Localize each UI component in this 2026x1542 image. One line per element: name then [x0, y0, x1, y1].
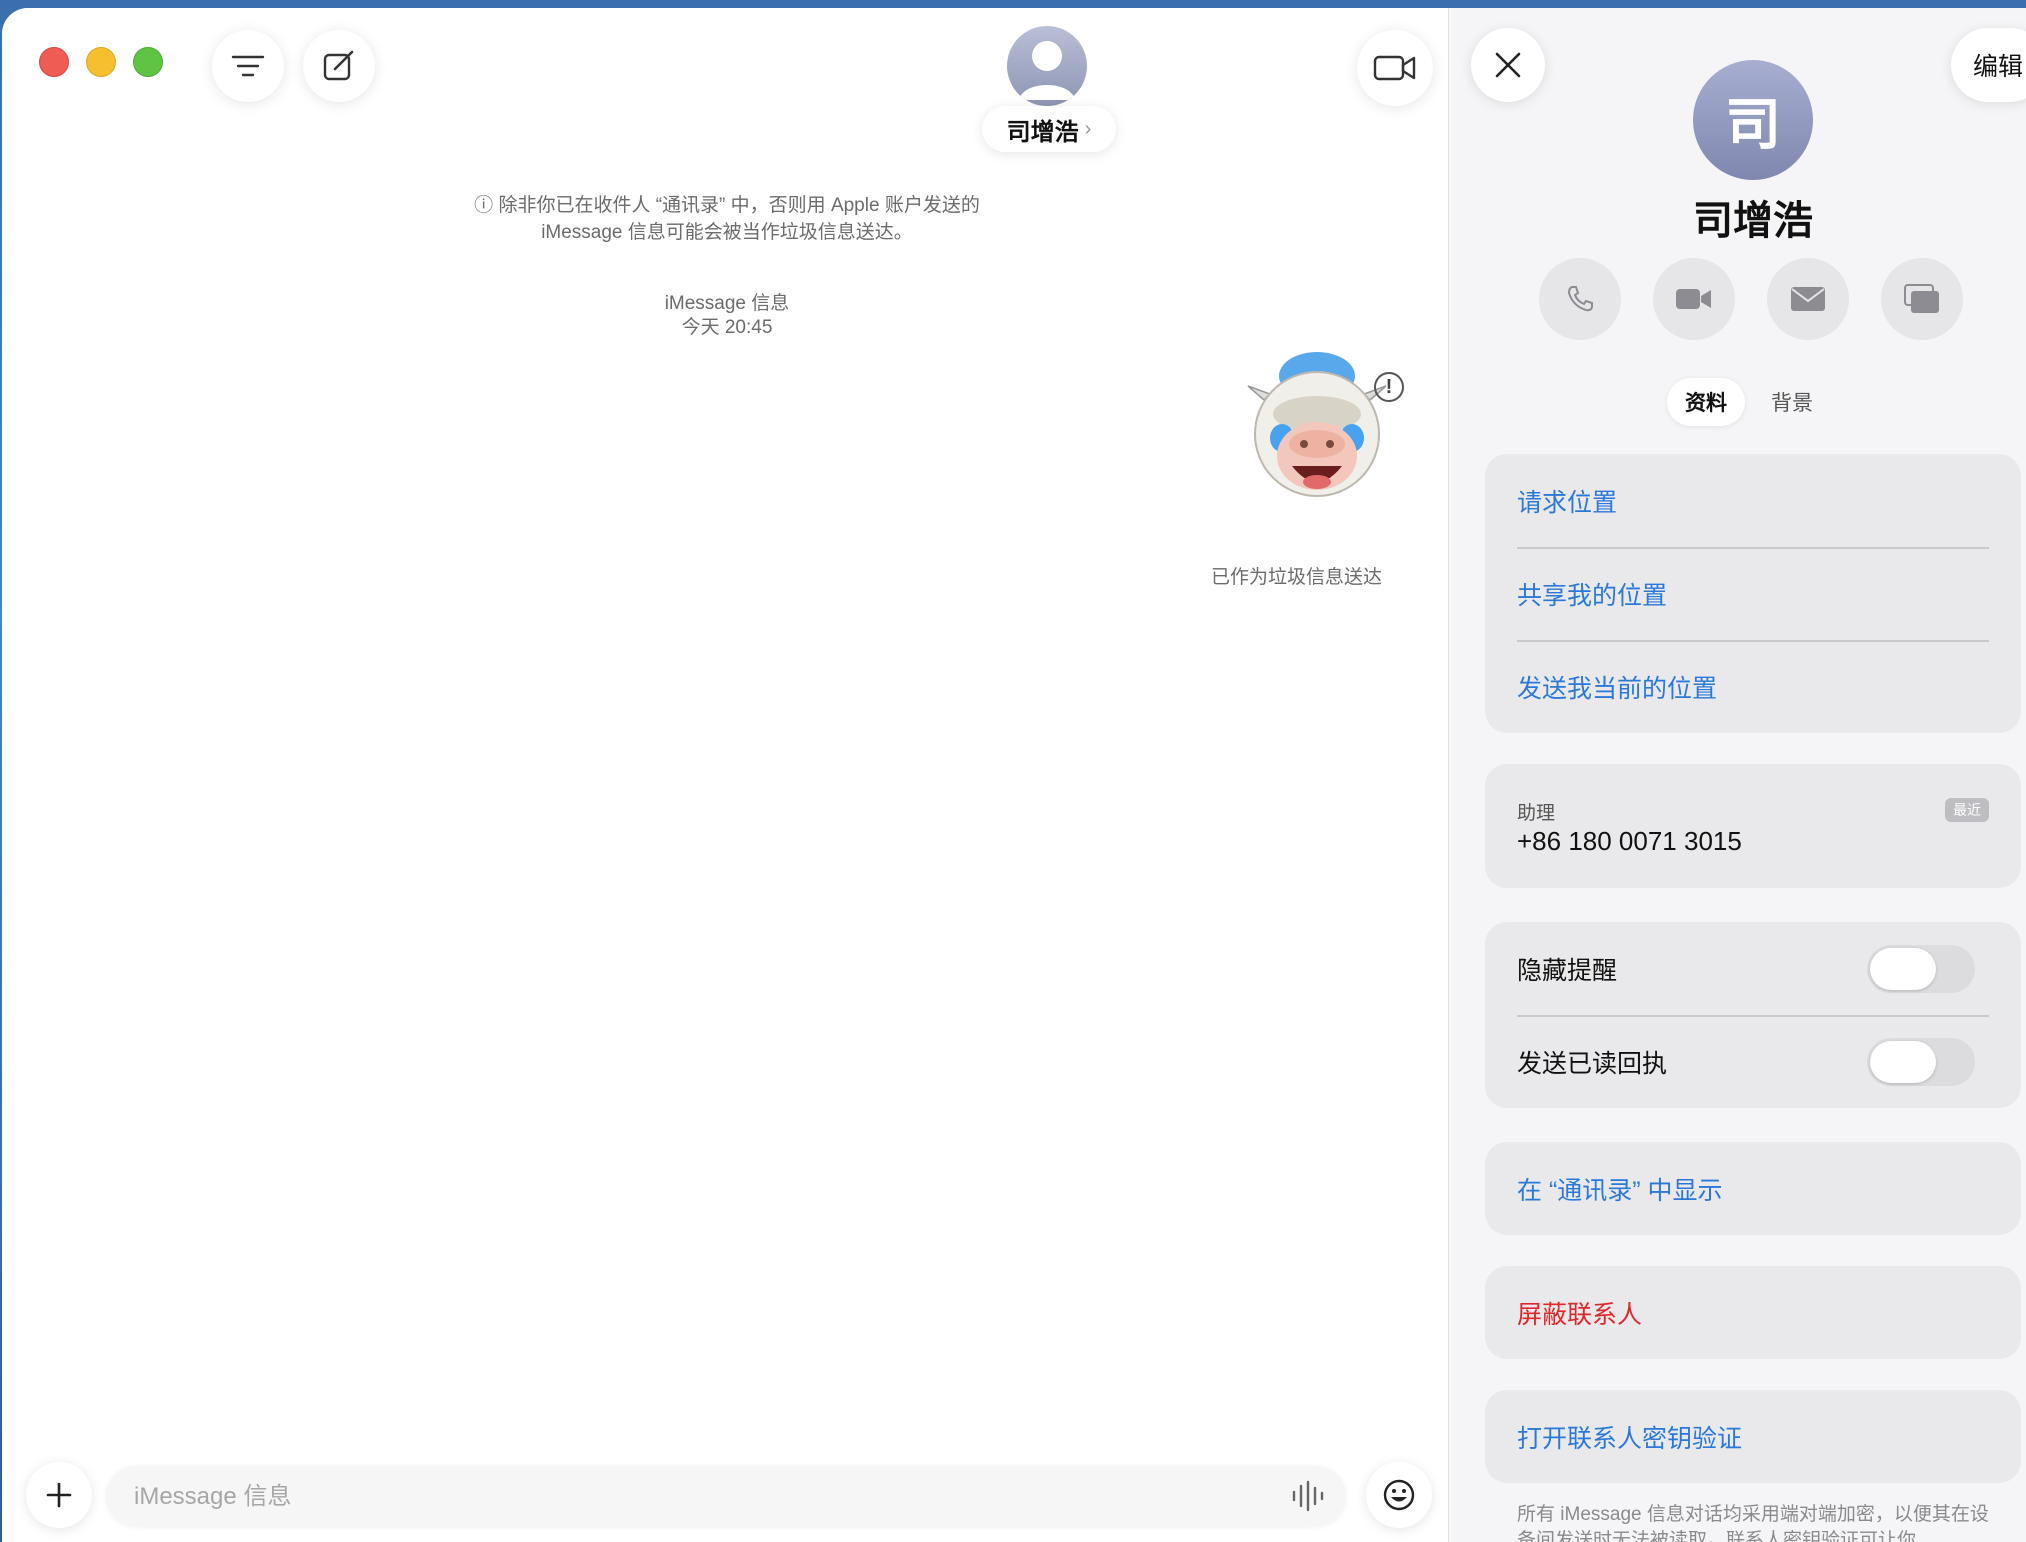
filter-lines-icon	[231, 55, 265, 77]
spam-notice: ⓘ 除非你已在收件人 “通讯录” 中，否则用 Apple 账户发送的 iMess…	[402, 192, 1052, 246]
contact-actions	[1539, 258, 1963, 340]
close-x-icon	[1495, 52, 1521, 78]
close-info-button[interactable]	[1471, 28, 1545, 102]
encryption-footnote: 所有 iMessage 信息对话均采用端对端加密，以便其在设备间发送时无法被读取…	[1517, 1504, 1989, 1542]
hide-alerts-row: 隐藏提醒	[1485, 922, 2021, 1015]
notice-line-2: iMessage 信息可能会被当作垃圾信息送达。	[541, 222, 913, 243]
edit-button[interactable]: 编辑	[1951, 28, 2026, 102]
compose-icon	[323, 50, 354, 81]
tab-info[interactable]: 资料	[1667, 378, 1745, 426]
settings-card: 隐藏提醒 发送已读回执	[1485, 922, 2021, 1108]
memoji-sticker-message[interactable]: ✕	[1242, 348, 1392, 508]
phone-label: 助理	[1517, 803, 1556, 824]
message-input-field[interactable]	[106, 1466, 1346, 1528]
info-contact-name: 司增浩	[1693, 199, 1813, 243]
info-tabs: 资料 背景	[1667, 378, 1831, 426]
mail-button[interactable]	[1767, 258, 1849, 340]
location-card: 请求位置 共享我的位置 发送我当前的位置	[1485, 454, 2021, 733]
contacts-card: 在 “通讯录” 中显示	[1485, 1142, 2021, 1235]
window-minimize-button[interactable]	[86, 47, 116, 77]
toggle-knob	[1870, 947, 1936, 990]
contact-avatar[interactable]	[1007, 26, 1087, 106]
filter-button[interactable]	[212, 30, 284, 102]
person-avatar-icon	[1019, 41, 1075, 100]
contact-info-panel: 编辑 司 司增浩 资料 背景 请求位置 共享我的位置 发送我当前的位置 助理 +…	[1448, 8, 2026, 1542]
contact-name: 司增浩	[1006, 118, 1079, 146]
emoji-face-icon	[1383, 1479, 1415, 1511]
contact-name-pill[interactable]: 司增浩 ›	[982, 106, 1116, 152]
plus-icon	[46, 1482, 72, 1508]
recent-badge: 最近	[1945, 798, 1989, 822]
call-button[interactable]	[1539, 258, 1621, 340]
delivery-status: 已作为垃圾信息送达	[1210, 567, 1382, 588]
exclamation-circle-icon[interactable]: !	[1374, 372, 1404, 402]
key-verification-button[interactable]: 打开联系人密钥验证	[1485, 1390, 2021, 1483]
conversation-pane: 司增浩 › ⓘ 除非你已在收件人 “通讯录” 中，否则用 Apple 账户发送的…	[2, 8, 1448, 1542]
send-current-location-button[interactable]: 发送我当前的位置	[1485, 640, 2021, 733]
screen-share-icon	[1904, 284, 1939, 313]
tab-background[interactable]: 背景	[1753, 378, 1831, 426]
timestamp: 今天 20:45	[681, 317, 773, 338]
toggle-knob	[1870, 1040, 1936, 1083]
compose-bar	[2, 1448, 1448, 1542]
waveform-icon[interactable]	[1290, 1480, 1326, 1512]
facetime-video-button[interactable]	[1357, 30, 1433, 106]
video-camera-icon	[1373, 55, 1416, 81]
emoji-button[interactable]	[1366, 1462, 1432, 1528]
compose-button[interactable]	[303, 30, 375, 102]
chevron-right-icon: ›	[1084, 117, 1092, 140]
window-zoom-button[interactable]	[133, 47, 163, 77]
request-location-button[interactable]: 请求位置	[1485, 454, 2021, 547]
block-card: 屏蔽联系人	[1485, 1266, 2021, 1359]
envelope-icon	[1791, 287, 1825, 311]
window-close-button[interactable]	[39, 47, 69, 77]
show-in-contacts-button[interactable]: 在 “通讯录” 中显示	[1485, 1142, 2021, 1235]
cow-memoji-crying-icon: ✕	[1247, 352, 1387, 497]
messages-window: 司增浩 › ⓘ 除非你已在收件人 “通讯录” 中，否则用 Apple 账户发送的…	[2, 8, 2026, 1542]
share-my-location-button[interactable]: 共享我的位置	[1485, 547, 2021, 640]
read-receipts-row: 发送已读回执	[1485, 1015, 2021, 1108]
read-receipts-toggle[interactable]	[1867, 1037, 1975, 1086]
screen-share-button[interactable]	[1881, 258, 1963, 340]
key-verification-card: 打开联系人密钥验证	[1485, 1390, 2021, 1483]
read-receipts-label: 发送已读回执	[1517, 1049, 1668, 1078]
phone-number[interactable]: +86 180 0071 3015	[1517, 826, 1742, 857]
message-input[interactable]	[132, 1466, 1276, 1528]
notice-line-1: ⓘ 除非你已在收件人 “通讯录” 中，否则用 Apple 账户发送的	[474, 195, 980, 216]
video-call-button[interactable]	[1653, 258, 1735, 340]
add-attachment-button[interactable]	[26, 1462, 92, 1528]
hide-alerts-toggle[interactable]	[1867, 944, 1975, 993]
contact-avatar-large: 司	[1693, 60, 1813, 180]
message-meta: iMessage 信息 今天 20:45	[562, 292, 892, 340]
block-contact-button[interactable]: 屏蔽联系人	[1485, 1266, 2021, 1359]
hide-alerts-label: 隐藏提醒	[1517, 956, 1618, 985]
service-label: iMessage 信息	[664, 293, 790, 314]
phone-card[interactable]: 助理 +86 180 0071 3015 最近	[1485, 764, 2021, 888]
video-icon	[1676, 289, 1711, 309]
phone-icon	[1567, 286, 1593, 312]
